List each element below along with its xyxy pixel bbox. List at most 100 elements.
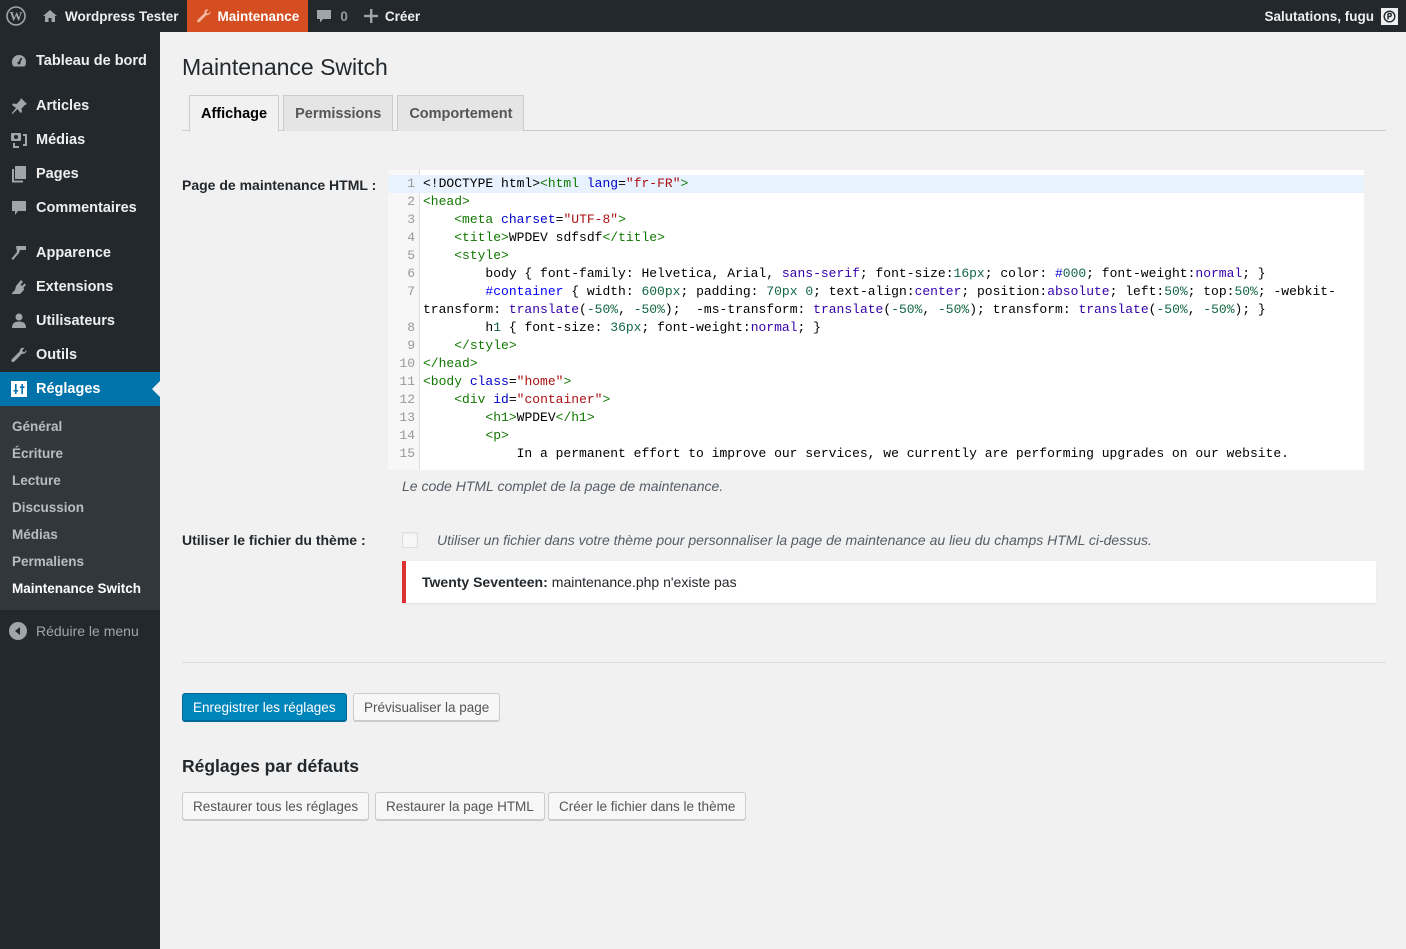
pin-icon bbox=[9, 96, 29, 116]
sidebar-item-articles[interactable]: Articles bbox=[0, 89, 160, 123]
svg-text:W: W bbox=[10, 9, 23, 24]
tab-permissions[interactable]: Permissions bbox=[283, 95, 394, 131]
media-icon bbox=[9, 130, 29, 150]
wrench-icon bbox=[9, 345, 29, 365]
restore-all-settings-button[interactable]: Restaurer tous les réglages bbox=[182, 792, 370, 820]
my-account-menu[interactable]: Salutations, fugu bbox=[1257, 0, 1406, 32]
save-settings-button[interactable]: Enregistrer les réglages bbox=[182, 693, 347, 721]
line-number: 14 bbox=[399, 428, 415, 443]
code-line: 4 <title>WPDEV sdfsdf</title> bbox=[388, 229, 1364, 247]
sidebar-item-label: Extensions bbox=[36, 279, 114, 295]
line-number: 10 bbox=[399, 356, 415, 371]
defaults-section-title: Réglages par défauts bbox=[182, 756, 359, 776]
code-line: 15 In a permanent effort to improve our … bbox=[388, 445, 1364, 463]
submenu-item-discussion[interactable]: Discussion bbox=[0, 494, 160, 521]
comment-icon bbox=[316, 8, 332, 24]
html-page-label: Page de maintenance HTML : bbox=[182, 177, 377, 193]
line-text: In a permanent effort to improve our ser… bbox=[423, 446, 1289, 461]
line-text: </head> bbox=[423, 356, 478, 371]
settings-submenu: Général Écriture Lecture Discussion Médi… bbox=[0, 406, 160, 610]
line-number: 5 bbox=[407, 248, 415, 263]
sidebar-item-tools[interactable]: Outils bbox=[0, 338, 160, 372]
line-text: </style> bbox=[454, 338, 517, 353]
sidebar-item-media[interactable]: Médias bbox=[0, 123, 160, 157]
submenu-item-permalinks[interactable]: Permaliens bbox=[0, 548, 160, 575]
line-text: <body class="home"> bbox=[423, 374, 572, 389]
sidebar-item-pages[interactable]: Pages bbox=[0, 157, 160, 191]
restore-html-page-button[interactable]: Restaurer la page HTML bbox=[375, 792, 545, 820]
code-line: 8 h1 { font-size: 36px; font-weight:norm… bbox=[388, 319, 1364, 337]
sidebar-item-dashboard[interactable]: Tableau de bord bbox=[0, 44, 160, 78]
line-number: 4 bbox=[407, 230, 415, 245]
submenu-item-reading[interactable]: Lecture bbox=[0, 467, 160, 494]
maintenance-toggle-button[interactable]: Maintenance bbox=[186, 0, 309, 32]
code-line: 10 </head> bbox=[388, 355, 1364, 373]
sidebar-item-label: Outils bbox=[36, 347, 78, 363]
preview-page-button[interactable]: Prévisualiser la page bbox=[353, 693, 501, 721]
sidebar-item-settings[interactable]: Réglages bbox=[0, 372, 160, 406]
sidebar-item-users[interactable]: Utilisateurs bbox=[0, 304, 160, 338]
line-number: 15 bbox=[399, 446, 415, 461]
code-line: 13 <h1>WPDEV</h1> bbox=[388, 409, 1364, 427]
line-number: 9 bbox=[407, 338, 415, 353]
code-line: 14 <p> bbox=[388, 427, 1364, 445]
sidebar-item-label: Réglages bbox=[36, 381, 101, 397]
sidebar-item-label: Commentaires bbox=[36, 200, 137, 216]
pages-icon bbox=[9, 164, 29, 184]
line-text: <style> bbox=[454, 248, 509, 263]
brush-icon bbox=[9, 243, 29, 263]
line-text: body { font-family: Helvetica, Arial, sa… bbox=[423, 266, 1266, 281]
new-content-label: Créer bbox=[384, 8, 421, 24]
line-number: 12 bbox=[399, 392, 415, 407]
submenu-item-media[interactable]: Médias bbox=[0, 521, 160, 548]
page-title: Maintenance Switch bbox=[182, 54, 388, 80]
sidebar-item-extensions[interactable]: Extensions bbox=[0, 270, 160, 304]
line-text: <h1>WPDEV</h1> bbox=[485, 410, 595, 425]
code-line: 11 <body class="home"> bbox=[388, 373, 1364, 391]
submenu-item-writing[interactable]: Écriture bbox=[0, 440, 160, 467]
collapse-arrow-icon bbox=[9, 622, 27, 640]
line-text: <meta charset="UTF-8"> bbox=[454, 212, 626, 227]
avatar bbox=[1381, 7, 1398, 25]
code-line: 6 body { font-family: Helvetica, Arial, … bbox=[388, 265, 1364, 283]
tab-comportement[interactable]: Comportement bbox=[397, 95, 525, 131]
submenu-item-maintenance-switch[interactable]: Maintenance Switch bbox=[0, 575, 160, 602]
code-line: 1 <!DOCTYPE html><html lang="fr-FR"> bbox=[388, 175, 1364, 193]
current-menu-arrow bbox=[152, 381, 160, 397]
site-name-link[interactable]: Wordpress Tester bbox=[34, 0, 187, 32]
comments-link[interactable]: 0 bbox=[308, 0, 356, 32]
line-text: #container { width: 600px; padding: 70px… bbox=[423, 284, 1336, 317]
plus-icon bbox=[363, 9, 378, 23]
wrench-icon bbox=[196, 8, 212, 24]
code-line: 5 <style> bbox=[388, 247, 1364, 265]
admin-sidebar: Tableau de bord Articles Médias Pages Co… bbox=[0, 32, 160, 949]
tab-affichage[interactable]: Affichage bbox=[189, 95, 280, 132]
theme-file-checkbox[interactable] bbox=[402, 532, 418, 548]
avatar-icon bbox=[1383, 9, 1396, 23]
line-text: h1 { font-size: 36px; font-weight:normal… bbox=[423, 320, 821, 335]
sidebar-item-label: Médias bbox=[36, 132, 86, 148]
line-text: <title>WPDEV sdfsdf</title> bbox=[454, 230, 665, 245]
sidebar-item-appearance[interactable]: Apparence bbox=[0, 236, 160, 270]
submenu-item-general[interactable]: Général bbox=[0, 413, 160, 440]
line-number: 6 bbox=[407, 266, 415, 281]
code-line: 12 <div id="container"> bbox=[388, 391, 1364, 409]
line-text: <!DOCTYPE html><html lang="fr-FR"> bbox=[423, 176, 689, 191]
settings-tabs: Affichage Permissions Comportement bbox=[182, 95, 1386, 132]
maintenance-label: Maintenance bbox=[217, 8, 300, 24]
collapse-menu-button[interactable]: Réduire le menu bbox=[0, 614, 160, 648]
create-theme-file-button[interactable]: Créer le fichier dans le thème bbox=[548, 792, 747, 820]
error-notice: Twenty Seventeen: maintenance.php n'exis… bbox=[402, 561, 1376, 603]
sidebar-item-comments[interactable]: Commentaires bbox=[0, 191, 160, 225]
user-icon bbox=[9, 311, 29, 331]
line-text: <p> bbox=[485, 428, 509, 443]
code-line: 2 <head> bbox=[388, 193, 1364, 211]
theme-file-label: Utiliser le fichier du thème : bbox=[182, 532, 366, 548]
new-content-button[interactable]: Créer bbox=[356, 0, 428, 32]
html-code-editor[interactable]: 1 <!DOCTYPE html><html lang="fr-FR"> 2 <hea… bbox=[388, 170, 1364, 470]
sidebar-item-label: Tableau de bord bbox=[36, 53, 147, 69]
wordpress-logo-button[interactable]: W bbox=[0, 0, 34, 32]
plugin-icon bbox=[9, 277, 29, 297]
line-number: 13 bbox=[399, 410, 415, 425]
line-number: 8 bbox=[407, 320, 415, 335]
